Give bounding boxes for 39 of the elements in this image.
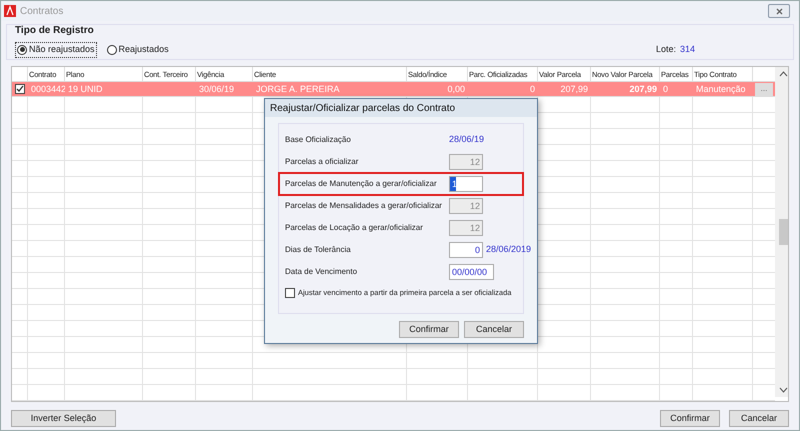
lote-value: 314 xyxy=(680,43,695,56)
vertical-scrollbar[interactable] xyxy=(775,67,788,397)
table-cell: 0 xyxy=(663,84,668,94)
table-cell: 207,99 xyxy=(560,84,588,94)
radio-option[interactable]: Reajustados xyxy=(104,42,171,58)
table-cell: JORGE A. PEREIRA xyxy=(256,84,340,94)
field-label: Parcelas a oficializar xyxy=(285,156,360,168)
close-button[interactable] xyxy=(768,4,790,18)
radio-option[interactable]: Não reajustados xyxy=(15,42,97,58)
table-cell: 0 xyxy=(530,84,535,94)
row-detail-button[interactable]: ... xyxy=(755,82,773,96)
cancel-button[interactable]: Cancelar xyxy=(464,321,524,338)
number-field[interactable]: 0 xyxy=(449,242,483,258)
table-cell: 0,00 xyxy=(447,84,465,94)
group-title: Tipo de Registro xyxy=(15,24,95,38)
app-logo-icon xyxy=(4,5,16,17)
window-title: Contratos xyxy=(20,4,64,18)
field-value: 28/06/19 xyxy=(449,133,484,146)
date-field[interactable]: 00/00/00 xyxy=(449,264,494,280)
field-label: Parcelas de Mensalidades a gerar/oficializar xyxy=(285,200,443,212)
close-icon xyxy=(776,8,782,14)
table-cell: 207,99 xyxy=(629,84,657,94)
lote-label: Lote: xyxy=(656,43,676,56)
confirm-button[interactable]: Confirmar xyxy=(660,410,720,427)
cancel-button[interactable]: Cancelar xyxy=(729,410,789,427)
field-label: Parcelas de Locação a gerar/oficializar xyxy=(285,222,424,234)
table-cell: 30/06/19 xyxy=(199,84,234,94)
table-cell: Manutenção xyxy=(696,84,746,94)
date-text: 28/06/2019 xyxy=(486,243,532,256)
row-checkbox[interactable] xyxy=(15,84,25,94)
field-label: Data de Vencimento xyxy=(285,266,358,278)
field-label: Parcelas de Manutenção a gerar/oficializar xyxy=(285,178,438,190)
confirm-button[interactable]: Confirmar xyxy=(399,321,459,338)
invert-selection-button[interactable]: Inverter Seleção xyxy=(11,410,116,427)
number-field[interactable]: 1 xyxy=(449,176,483,192)
field-label: Dias de Tolerância xyxy=(285,244,352,256)
field-label: Base Oficialização xyxy=(285,134,352,146)
dialog-title: Reajustar/Oficializar parcelas do Contrato xyxy=(270,102,456,116)
table-cell: 19 UNID xyxy=(68,84,103,94)
